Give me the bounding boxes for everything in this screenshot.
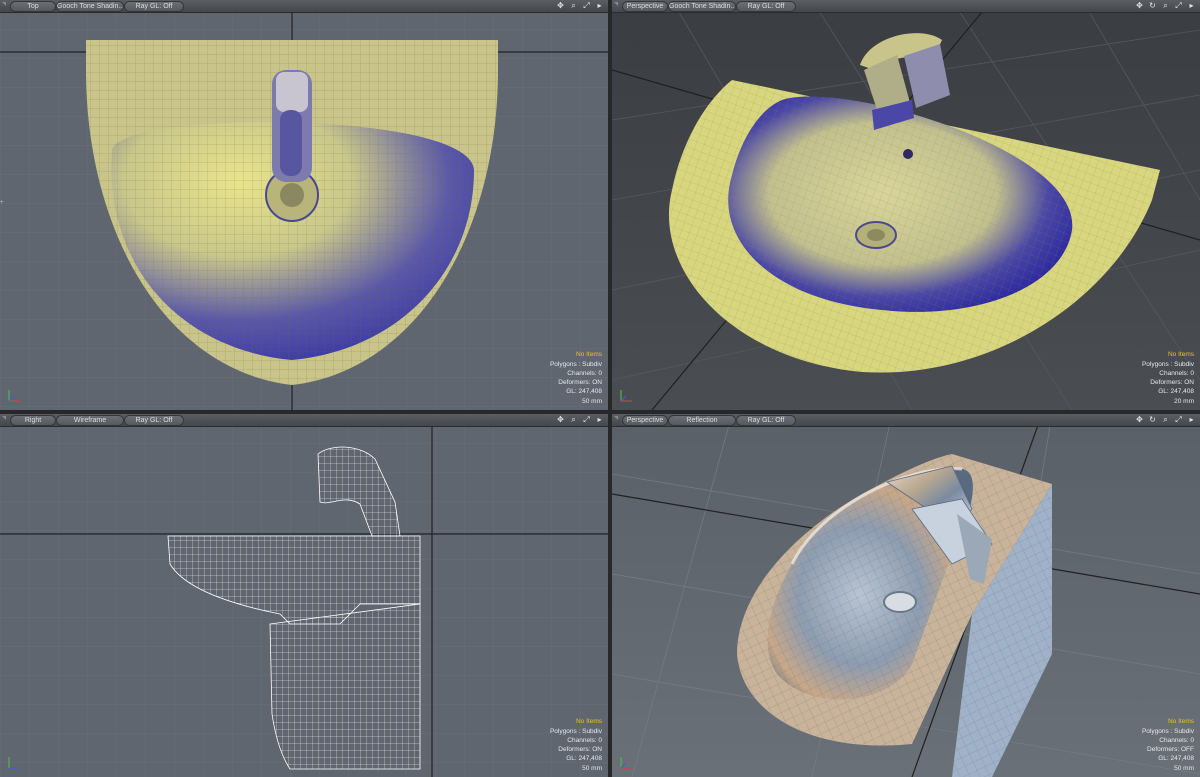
info-deformers: Deformers: ON: [558, 746, 602, 754]
viewport-info: No Items Polygons : Subdiv Channels: 0 D…: [1142, 717, 1194, 773]
move-view-icon[interactable]: ✥: [556, 415, 565, 425]
info-deformers: Deformers: ON: [1150, 379, 1194, 387]
view-type-button[interactable]: Perspective: [622, 1, 668, 12]
shading-mode-button[interactable]: Wireframe: [56, 415, 124, 426]
info-polygons: Polygons : Subdiv: [1141, 727, 1194, 735]
viewport-top[interactable]: Top Gooch Tone Shadin... Ray GL: Off ✥ ⌕…: [0, 0, 608, 410]
menu-arrow-icon[interactable]: ▸: [1187, 1, 1196, 11]
info-channels: Channels: 0: [567, 736, 602, 744]
info-scale: 50 mm: [582, 397, 602, 405]
shading-mode-button[interactable]: Reflection: [668, 415, 736, 426]
axis-gizmo-icon: [620, 390, 632, 402]
viewport-header: Perspective Gooch Tone Shadin... Ray GL:…: [612, 0, 1200, 13]
info-gl: GL: 247,408: [1158, 388, 1194, 396]
viewport-menu-icon[interactable]: [614, 2, 618, 6]
viewport-info: No Items Polygons : Subdiv Channels: 0 D…: [550, 717, 602, 773]
view-type-button[interactable]: Perspective: [622, 415, 668, 426]
top-view-canvas[interactable]: [0, 0, 608, 410]
shading-mode-button[interactable]: Gooch Tone Shadin...: [668, 1, 736, 12]
info-channels: Channels: 0: [1159, 736, 1194, 744]
rotate-view-icon[interactable]: ↻: [1148, 1, 1157, 11]
info-items: No Items: [575, 351, 602, 359]
viewport-info: No Items Polygons : Subdiv Channels: 0 D…: [550, 350, 602, 406]
info-gl: GL: 247,408: [1158, 755, 1194, 763]
raygl-button[interactable]: Ray GL: Off: [736, 1, 796, 12]
maximize-icon[interactable]: ⤢: [582, 415, 591, 425]
zoom-icon[interactable]: ⌕: [569, 415, 578, 425]
view-type-button[interactable]: Right: [10, 415, 56, 426]
info-polygons: Polygons : Subdiv: [1141, 360, 1194, 368]
info-items: No Items: [575, 718, 602, 726]
info-deformers: Deformers: ON: [558, 379, 602, 387]
move-view-icon[interactable]: ✥: [1135, 1, 1144, 11]
info-polygons: Polygons : Subdiv: [549, 360, 602, 368]
axis-tick-label: +: [0, 200, 4, 206]
maximize-icon[interactable]: ⤢: [582, 1, 591, 11]
rotate-view-icon[interactable]: ↻: [1148, 415, 1157, 425]
axis-gizmo-icon: [620, 757, 632, 769]
viewport-perspective-reflection[interactable]: Perspective Reflection Ray GL: Off ✥ ↻ ⌕…: [612, 414, 1200, 777]
info-scale: 20 mm: [1174, 397, 1194, 405]
menu-arrow-icon[interactable]: ▸: [595, 415, 604, 425]
raygl-button[interactable]: Ray GL: Off: [124, 415, 184, 426]
info-gl: GL: 247,408: [566, 755, 602, 763]
viewport-right[interactable]: Right Wireframe Ray GL: Off ✥ ⌕ ⤢ ▸ No I…: [0, 414, 608, 777]
viewport-header: Perspective Reflection Ray GL: Off ✥ ↻ ⌕…: [612, 414, 1200, 427]
axis-gizmo-icon: [8, 757, 20, 769]
perspective-reflection-canvas[interactable]: [612, 414, 1200, 777]
sink-drain: [883, 591, 917, 613]
right-view-canvas[interactable]: [0, 414, 608, 777]
maximize-icon[interactable]: ⤢: [1174, 1, 1183, 11]
maximize-icon[interactable]: ⤢: [1174, 415, 1183, 425]
view-type-button[interactable]: Top: [10, 1, 56, 12]
axis-gizmo-icon: [8, 390, 20, 402]
info-channels: Channels: 0: [1159, 369, 1194, 377]
info-scale: 50 mm: [582, 764, 602, 772]
menu-arrow-icon[interactable]: ▸: [595, 1, 604, 11]
perspective-gooch-canvas[interactable]: [612, 0, 1200, 410]
raygl-button[interactable]: Ray GL: Off: [736, 415, 796, 426]
viewport-perspective-gooch[interactable]: Perspective Gooch Tone Shadin... Ray GL:…: [612, 0, 1200, 410]
info-gl: GL: 247,408: [566, 388, 602, 396]
menu-arrow-icon[interactable]: ▸: [1187, 415, 1196, 425]
viewport-header: Top Gooch Tone Shadin... Ray GL: Off ✥ ⌕…: [0, 0, 608, 13]
info-scale: 50 mm: [1174, 764, 1194, 772]
viewport-menu-icon[interactable]: [2, 2, 6, 6]
zoom-icon[interactable]: ⌕: [569, 1, 578, 11]
zoom-icon[interactable]: ⌕: [1161, 415, 1170, 425]
viewport-menu-icon[interactable]: [614, 416, 618, 420]
viewport-splitter-vertical[interactable]: [608, 0, 612, 777]
info-deformers: Deformers: OFF: [1147, 746, 1194, 754]
viewport-menu-icon[interactable]: [2, 416, 6, 420]
raygl-button[interactable]: Ray GL: Off: [124, 1, 184, 12]
info-items: No Items: [1167, 351, 1194, 359]
info-items: No Items: [1167, 718, 1194, 726]
move-view-icon[interactable]: ✥: [1135, 415, 1144, 425]
move-view-icon[interactable]: ✥: [556, 1, 565, 11]
zoom-icon[interactable]: ⌕: [1161, 1, 1170, 11]
viewport-header: Right Wireframe Ray GL: Off ✥ ⌕ ⤢ ▸: [0, 414, 608, 427]
sink-pedestal: [269, 603, 421, 770]
info-channels: Channels: 0: [567, 369, 602, 377]
info-polygons: Polygons : Subdiv: [549, 727, 602, 735]
viewport-info: No Items Polygons : Subdiv Channels: 0 D…: [1142, 350, 1194, 406]
shading-mode-button[interactable]: Gooch Tone Shadin...: [56, 1, 124, 12]
